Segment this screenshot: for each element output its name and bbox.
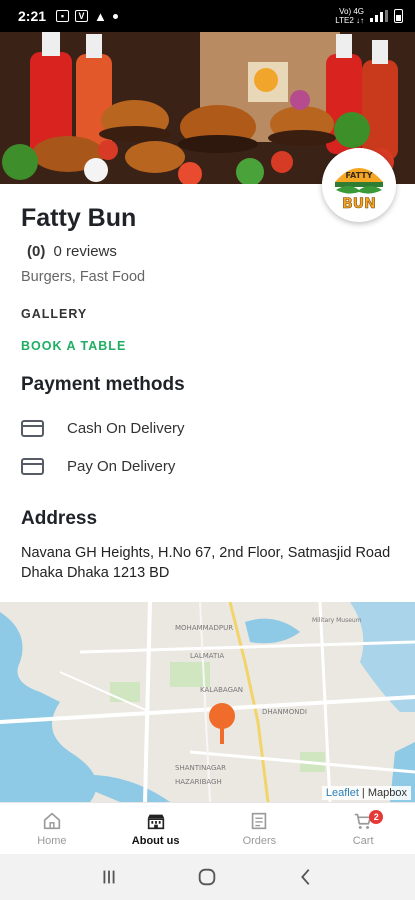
rating-count: (0) bbox=[27, 243, 46, 260]
back-icon[interactable] bbox=[295, 866, 317, 888]
notification-icons: ▪ V ▲ bbox=[56, 9, 118, 24]
warning-icon: ▲ bbox=[94, 8, 107, 24]
map-label: DHANMONDI bbox=[262, 708, 307, 716]
nav-cart[interactable]: 2 Cart bbox=[311, 803, 415, 854]
nav-about-us-label: About us bbox=[131, 835, 180, 847]
recent-apps-icon[interactable] bbox=[98, 866, 120, 888]
nav-home-label: Home bbox=[37, 835, 67, 847]
logo-text-bottom: BUN bbox=[342, 196, 376, 212]
address-heading: Address bbox=[21, 508, 98, 529]
restaurant-logo: FATTY BUN bbox=[322, 148, 396, 222]
map-label: KALABAGAN bbox=[200, 686, 243, 694]
battery-icon bbox=[394, 9, 403, 23]
rating-summary: (0) 0 reviews bbox=[27, 243, 117, 260]
payment-method-label: Cash On Delivery bbox=[67, 419, 185, 437]
status-bar: 2:21 ▪ V ▲ Vo) 4G LTE2 ↓↑ bbox=[0, 0, 415, 32]
payment-method-row: Pay On Delivery bbox=[21, 455, 175, 477]
status-time: 2:21 bbox=[18, 8, 47, 24]
cart-badge: 2 bbox=[369, 810, 384, 824]
app-notification-icon: V bbox=[75, 10, 89, 22]
credit-card-icon bbox=[21, 419, 44, 437]
attribution-separator: | bbox=[358, 787, 368, 799]
book-table-link[interactable]: BOOK A TABLE bbox=[21, 339, 126, 353]
reviews-count[interactable]: 0 reviews bbox=[54, 243, 117, 260]
nav-orders[interactable]: Orders bbox=[208, 803, 312, 854]
nav-home[interactable]: Home bbox=[0, 803, 104, 854]
credit-card-icon bbox=[21, 457, 44, 475]
payment-methods-heading: Payment methods bbox=[21, 374, 185, 395]
image-notification-icon: ▪ bbox=[56, 10, 70, 22]
building-icon bbox=[147, 814, 164, 830]
bottom-navigation: Home About us Orders 2 Cart bbox=[0, 802, 415, 854]
home-icon bbox=[43, 812, 61, 830]
mapbox-credit[interactable]: Mapbox bbox=[368, 787, 407, 799]
restaurant-name: Fatty Bun bbox=[21, 204, 137, 232]
logo-text-top: FATTY bbox=[345, 171, 372, 180]
address-text: Navana GH Heights, H.No 67, 2nd Floor, S… bbox=[21, 545, 391, 581]
location-map[interactable]: MOHAMMADPUR LALMATIA KALABAGAN DHANMONDI… bbox=[0, 602, 415, 802]
more-notifications-icon bbox=[112, 13, 118, 19]
receipt-icon bbox=[252, 812, 267, 830]
nav-cart-label: Cart bbox=[352, 835, 374, 847]
network-top-label: Vo) 4G bbox=[339, 7, 364, 16]
gallery-link[interactable]: GALLERY bbox=[21, 307, 87, 321]
signal-icon bbox=[370, 10, 388, 22]
network-indicator: Vo) 4G LTE2 ↓↑ bbox=[335, 7, 364, 25]
map-attribution: Leaflet | Mapbox bbox=[321, 786, 411, 800]
leaflet-link[interactable]: Leaflet bbox=[326, 787, 359, 799]
map-label: MOHAMMADPUR bbox=[175, 624, 233, 632]
map-label: HAZARIBAGH bbox=[175, 778, 222, 786]
nav-about-us[interactable]: About us bbox=[104, 803, 208, 854]
home-button-icon[interactable] bbox=[196, 866, 218, 888]
payment-method-label: Pay On Delivery bbox=[67, 457, 176, 475]
map-label: Military Museum bbox=[312, 617, 362, 624]
system-navigation-bar bbox=[0, 854, 415, 900]
nav-orders-label: Orders bbox=[242, 835, 277, 847]
payment-method-row: Cash On Delivery bbox=[21, 417, 185, 439]
map-label: LALMATIA bbox=[190, 652, 224, 660]
network-bottom-label: LTE2 ↓↑ bbox=[335, 16, 364, 25]
cuisine-tags: Burgers, Fast Food bbox=[21, 269, 146, 285]
map-label: SHANTINAGAR bbox=[175, 764, 226, 772]
